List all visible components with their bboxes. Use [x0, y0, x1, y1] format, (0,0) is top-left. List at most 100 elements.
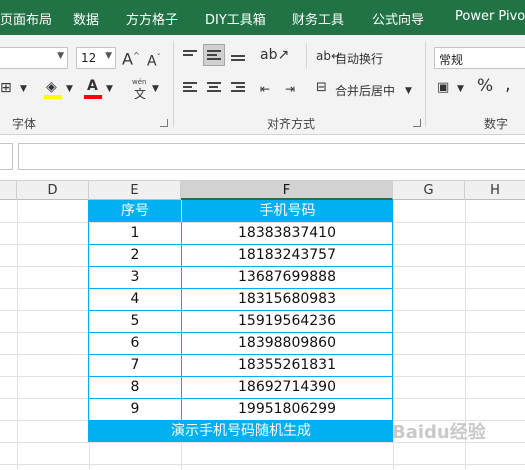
merge-center-icon[interactable]: ⊟ [316, 80, 327, 96]
table-cell-index[interactable]: 2 [89, 244, 181, 266]
column-header-c[interactable] [0, 181, 17, 200]
percent-style-button[interactable]: % [477, 78, 493, 95]
table-border [392, 200, 393, 442]
font-size-combo[interactable]: 12 ▼ [76, 47, 116, 69]
chevron-down-icon[interactable]: ▼ [20, 81, 27, 97]
chevron-down-icon[interactable]: ▼ [66, 81, 73, 97]
table-border [88, 244, 393, 245]
font-name-combo[interactable]: ▼ [0, 47, 68, 69]
chevron-down-icon: ▼ [105, 51, 112, 61]
group-label-font: 字体 [12, 117, 37, 131]
table-cell-phone[interactable]: 15919564236 [181, 310, 393, 332]
wrap-text-button[interactable]: 自动换行 [335, 50, 383, 67]
align-center-icon[interactable] [207, 82, 221, 94]
column-headers: D E F G H [0, 180, 525, 200]
baidu-watermark: Baidu经验 [392, 422, 486, 443]
align-top-icon[interactable] [183, 50, 197, 62]
chevron-down-icon[interactable]: ▼ [152, 81, 159, 97]
grow-font-button[interactable]: A^ [122, 48, 140, 67]
comma-style-button[interactable]: , [505, 76, 511, 94]
table-cell-phone[interactable]: 13687699888 [181, 266, 393, 288]
table-cell-index[interactable]: 9 [89, 398, 181, 420]
fill-color-swatch [44, 95, 62, 99]
table-border [88, 288, 393, 289]
grow-font-icon: A [122, 49, 133, 69]
font-color-swatch [84, 95, 102, 99]
chevron-down-icon[interactable]: ▼ [405, 83, 412, 99]
table-cell-phone[interactable]: 18183243757 [181, 244, 393, 266]
align-bottom-icon[interactable] [231, 55, 245, 67]
table-cell-phone[interactable]: 19951806299 [181, 398, 393, 420]
chevron-down-icon[interactable]: ▼ [457, 81, 464, 97]
phonetic-label: wén [132, 78, 147, 86]
align-left-icon[interactable] [183, 82, 197, 94]
shrink-font-button[interactable]: Aˇ [147, 50, 161, 70]
shrink-font-icon: A [147, 53, 157, 70]
tab-power-pivot[interactable]: Power Pivot [455, 9, 525, 24]
table-cell-index[interactable]: 1 [89, 222, 181, 244]
column-header-e[interactable]: E [89, 181, 181, 200]
table-border [88, 376, 393, 377]
table-header-phone[interactable]: 手机号码 [182, 200, 393, 222]
table-footer-caption[interactable]: 演示手机号码随机生成 [89, 420, 393, 442]
table-cell-phone[interactable]: 18355261831 [181, 354, 393, 376]
formula-input[interactable] [18, 143, 525, 170]
gridline [17, 200, 18, 470]
table-cell-phone[interactable]: 18315680983 [181, 288, 393, 310]
alignment-group-launcher-icon[interactable] [413, 119, 421, 127]
table-border [88, 354, 393, 355]
orientation-icon[interactable]: ab↗ [260, 47, 289, 63]
table-border [88, 332, 393, 333]
formula-bar [0, 135, 525, 180]
table-cell-index[interactable]: 8 [89, 376, 181, 398]
tab-formula-wizard[interactable]: 公式向导 [372, 9, 424, 28]
table-cell-phone[interactable]: 18398809860 [181, 332, 393, 354]
table-border [181, 222, 182, 420]
merge-center-button[interactable]: 合并后居中 [335, 82, 395, 99]
align-middle-button[interactable] [203, 44, 225, 66]
number-format-combo[interactable]: 常规 [434, 47, 525, 69]
chevron-down-icon[interactable]: ▼ [106, 81, 113, 97]
fill-color-button[interactable]: ◈ [46, 79, 57, 95]
tab-finance-tools[interactable]: 财务工具 [292, 9, 344, 28]
align-right-icon[interactable] [231, 82, 245, 94]
column-header-h[interactable]: H [465, 181, 525, 200]
divider [306, 43, 307, 69]
table-header-index[interactable]: 序号 [89, 200, 181, 222]
table-cell-index[interactable]: 4 [89, 288, 181, 310]
table-cell-index[interactable]: 5 [89, 310, 181, 332]
ribbon-tab-bar: 页面布局 数据 方方格子 DIY工具箱 财务工具 公式向导 Power Pivo… [0, 0, 525, 35]
tab-data[interactable]: 数据 [73, 9, 99, 28]
table-cell-index[interactable]: 6 [89, 332, 181, 354]
group-label-number: 数字 [484, 117, 509, 131]
divider [173, 41, 174, 127]
table-border [88, 266, 393, 267]
borders-icon[interactable]: ⊞ [0, 80, 12, 96]
currency-format-icon[interactable]: ▣ [437, 80, 449, 96]
name-box[interactable] [0, 143, 13, 170]
group-label-alignment: 对齐方式 [267, 117, 316, 131]
font-group-launcher-icon[interactable] [160, 119, 168, 127]
decrease-indent-icon[interactable]: ⇤ [260, 81, 270, 97]
font-color-button[interactable]: A [87, 78, 98, 94]
tab-diy-toolbox[interactable]: DIY工具箱 [205, 9, 266, 28]
table-cell-phone[interactable]: 18692714390 [181, 376, 393, 398]
ribbon: ▼ 12 ▼ A^ Aˇ ⊞ ▼ ◈ ▼ A ▼ wén 文 ▼ 字体 ab↗ … [0, 35, 525, 135]
tab-fangfang-gezi[interactable]: 方方格子 [126, 9, 178, 28]
font-size-value: 12 [81, 51, 97, 65]
column-header-g[interactable]: G [393, 181, 465, 200]
table-cell-index[interactable]: 3 [89, 266, 181, 288]
number-format-value: 常规 [439, 53, 464, 67]
gridline [0, 464, 525, 465]
column-header-f[interactable]: F [181, 181, 393, 200]
column-header-d[interactable]: D [17, 181, 89, 200]
table-border [88, 310, 393, 311]
tab-page-layout[interactable]: 页面布局 [0, 9, 52, 28]
phonetic-guide-button[interactable]: 文 [134, 86, 146, 102]
table-border [88, 200, 89, 442]
table-cell-index[interactable]: 7 [89, 354, 181, 376]
table-cell-phone[interactable]: 18383837410 [181, 222, 393, 244]
divider [425, 41, 426, 127]
increase-indent-icon[interactable]: ⇥ [285, 81, 295, 97]
chevron-down-icon: ▼ [57, 51, 64, 61]
